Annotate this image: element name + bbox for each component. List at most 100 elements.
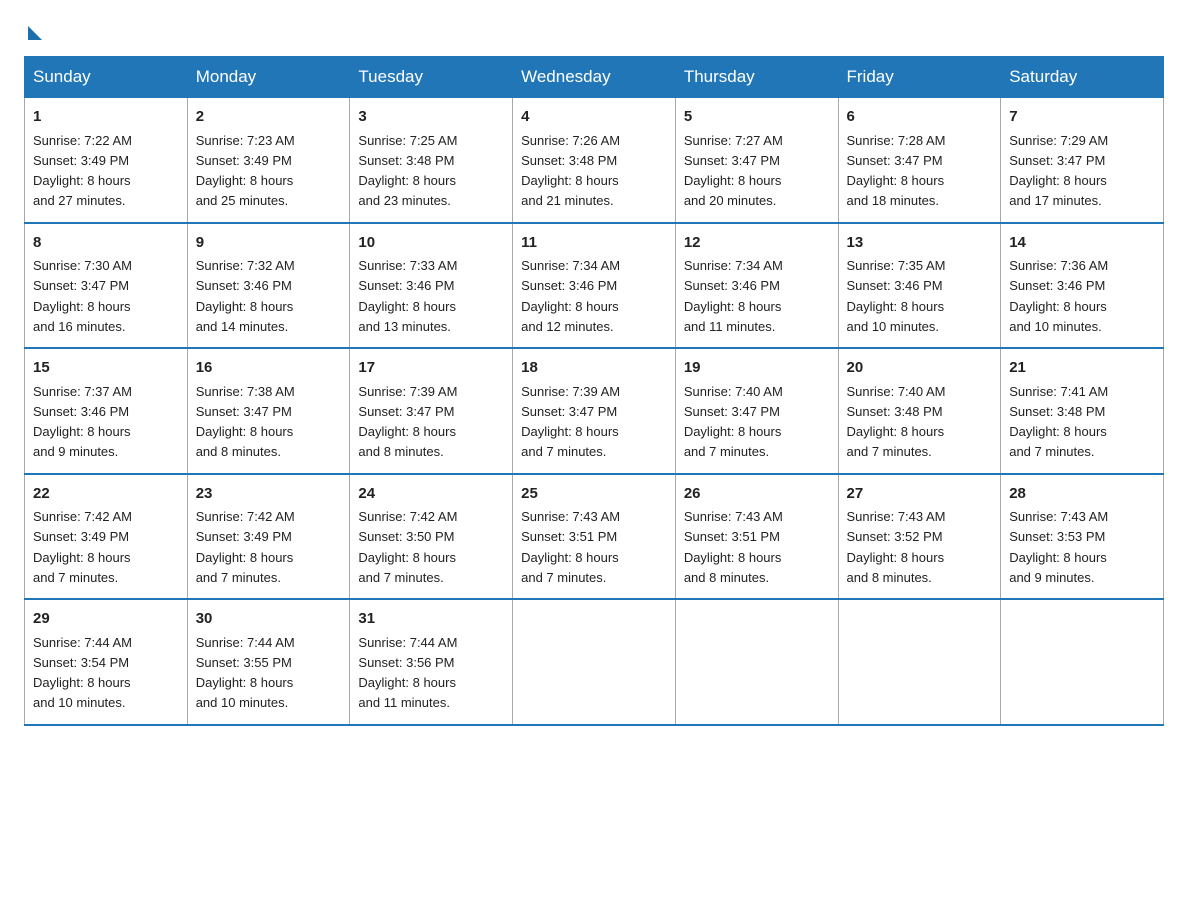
day-number: 21	[1009, 357, 1155, 380]
day-info: Sunrise: 7:34 AMSunset: 3:46 PMDaylight:…	[521, 258, 620, 334]
day-info: Sunrise: 7:44 AMSunset: 3:54 PMDaylight:…	[33, 635, 132, 711]
day-info: Sunrise: 7:34 AMSunset: 3:46 PMDaylight:…	[684, 258, 783, 334]
column-header-thursday: Thursday	[675, 57, 838, 98]
calendar-cell: 24 Sunrise: 7:42 AMSunset: 3:50 PMDaylig…	[350, 474, 513, 600]
day-info: Sunrise: 7:37 AMSunset: 3:46 PMDaylight:…	[33, 384, 132, 460]
day-number: 25	[521, 483, 667, 506]
calendar-cell: 12 Sunrise: 7:34 AMSunset: 3:46 PMDaylig…	[675, 223, 838, 349]
calendar-cell: 20 Sunrise: 7:40 AMSunset: 3:48 PMDaylig…	[838, 348, 1001, 474]
day-info: Sunrise: 7:29 AMSunset: 3:47 PMDaylight:…	[1009, 133, 1108, 209]
day-number: 27	[847, 483, 993, 506]
day-number: 8	[33, 232, 179, 255]
calendar-table: SundayMondayTuesdayWednesdayThursdayFrid…	[24, 56, 1164, 726]
day-info: Sunrise: 7:44 AMSunset: 3:56 PMDaylight:…	[358, 635, 457, 711]
calendar-week-row: 15 Sunrise: 7:37 AMSunset: 3:46 PMDaylig…	[25, 348, 1164, 474]
column-header-saturday: Saturday	[1001, 57, 1164, 98]
calendar-cell: 3 Sunrise: 7:25 AMSunset: 3:48 PMDayligh…	[350, 98, 513, 223]
page-header	[24, 24, 1164, 40]
day-info: Sunrise: 7:32 AMSunset: 3:46 PMDaylight:…	[196, 258, 295, 334]
column-header-friday: Friday	[838, 57, 1001, 98]
calendar-week-row: 22 Sunrise: 7:42 AMSunset: 3:49 PMDaylig…	[25, 474, 1164, 600]
logo-blue-text	[24, 24, 42, 40]
day-info: Sunrise: 7:26 AMSunset: 3:48 PMDaylight:…	[521, 133, 620, 209]
day-info: Sunrise: 7:38 AMSunset: 3:47 PMDaylight:…	[196, 384, 295, 460]
calendar-cell: 17 Sunrise: 7:39 AMSunset: 3:47 PMDaylig…	[350, 348, 513, 474]
day-info: Sunrise: 7:27 AMSunset: 3:47 PMDaylight:…	[684, 133, 783, 209]
day-info: Sunrise: 7:41 AMSunset: 3:48 PMDaylight:…	[1009, 384, 1108, 460]
calendar-week-row: 29 Sunrise: 7:44 AMSunset: 3:54 PMDaylig…	[25, 599, 1164, 725]
calendar-cell: 7 Sunrise: 7:29 AMSunset: 3:47 PMDayligh…	[1001, 98, 1164, 223]
calendar-cell: 14 Sunrise: 7:36 AMSunset: 3:46 PMDaylig…	[1001, 223, 1164, 349]
calendar-cell: 21 Sunrise: 7:41 AMSunset: 3:48 PMDaylig…	[1001, 348, 1164, 474]
day-number: 20	[847, 357, 993, 380]
calendar-cell: 29 Sunrise: 7:44 AMSunset: 3:54 PMDaylig…	[25, 599, 188, 725]
column-header-monday: Monday	[187, 57, 350, 98]
column-header-wednesday: Wednesday	[513, 57, 676, 98]
calendar-cell: 13 Sunrise: 7:35 AMSunset: 3:46 PMDaylig…	[838, 223, 1001, 349]
day-number: 31	[358, 608, 504, 631]
day-info: Sunrise: 7:43 AMSunset: 3:51 PMDaylight:…	[521, 509, 620, 585]
day-number: 24	[358, 483, 504, 506]
day-info: Sunrise: 7:25 AMSunset: 3:48 PMDaylight:…	[358, 133, 457, 209]
calendar-cell: 15 Sunrise: 7:37 AMSunset: 3:46 PMDaylig…	[25, 348, 188, 474]
calendar-week-row: 1 Sunrise: 7:22 AMSunset: 3:49 PMDayligh…	[25, 98, 1164, 223]
day-info: Sunrise: 7:36 AMSunset: 3:46 PMDaylight:…	[1009, 258, 1108, 334]
day-info: Sunrise: 7:33 AMSunset: 3:46 PMDaylight:…	[358, 258, 457, 334]
calendar-cell: 22 Sunrise: 7:42 AMSunset: 3:49 PMDaylig…	[25, 474, 188, 600]
day-number: 17	[358, 357, 504, 380]
calendar-cell: 25 Sunrise: 7:43 AMSunset: 3:51 PMDaylig…	[513, 474, 676, 600]
calendar-cell: 26 Sunrise: 7:43 AMSunset: 3:51 PMDaylig…	[675, 474, 838, 600]
calendar-cell: 1 Sunrise: 7:22 AMSunset: 3:49 PMDayligh…	[25, 98, 188, 223]
calendar-cell	[838, 599, 1001, 725]
calendar-cell: 31 Sunrise: 7:44 AMSunset: 3:56 PMDaylig…	[350, 599, 513, 725]
calendar-cell	[1001, 599, 1164, 725]
day-info: Sunrise: 7:43 AMSunset: 3:53 PMDaylight:…	[1009, 509, 1108, 585]
column-header-tuesday: Tuesday	[350, 57, 513, 98]
day-info: Sunrise: 7:42 AMSunset: 3:49 PMDaylight:…	[33, 509, 132, 585]
calendar-cell: 10 Sunrise: 7:33 AMSunset: 3:46 PMDaylig…	[350, 223, 513, 349]
day-number: 23	[196, 483, 342, 506]
day-info: Sunrise: 7:35 AMSunset: 3:46 PMDaylight:…	[847, 258, 946, 334]
day-number: 26	[684, 483, 830, 506]
calendar-cell	[513, 599, 676, 725]
day-info: Sunrise: 7:40 AMSunset: 3:47 PMDaylight:…	[684, 384, 783, 460]
calendar-cell: 28 Sunrise: 7:43 AMSunset: 3:53 PMDaylig…	[1001, 474, 1164, 600]
calendar-cell: 4 Sunrise: 7:26 AMSunset: 3:48 PMDayligh…	[513, 98, 676, 223]
day-number: 18	[521, 357, 667, 380]
day-number: 14	[1009, 232, 1155, 255]
calendar-cell: 8 Sunrise: 7:30 AMSunset: 3:47 PMDayligh…	[25, 223, 188, 349]
day-number: 4	[521, 106, 667, 129]
calendar-cell: 18 Sunrise: 7:39 AMSunset: 3:47 PMDaylig…	[513, 348, 676, 474]
day-number: 3	[358, 106, 504, 129]
day-number: 16	[196, 357, 342, 380]
day-number: 28	[1009, 483, 1155, 506]
logo-triangle-icon	[28, 26, 42, 40]
day-info: Sunrise: 7:39 AMSunset: 3:47 PMDaylight:…	[358, 384, 457, 460]
day-info: Sunrise: 7:43 AMSunset: 3:52 PMDaylight:…	[847, 509, 946, 585]
day-number: 7	[1009, 106, 1155, 129]
day-info: Sunrise: 7:44 AMSunset: 3:55 PMDaylight:…	[196, 635, 295, 711]
day-number: 6	[847, 106, 993, 129]
day-info: Sunrise: 7:22 AMSunset: 3:49 PMDaylight:…	[33, 133, 132, 209]
calendar-cell: 23 Sunrise: 7:42 AMSunset: 3:49 PMDaylig…	[187, 474, 350, 600]
calendar-cell: 6 Sunrise: 7:28 AMSunset: 3:47 PMDayligh…	[838, 98, 1001, 223]
calendar-cell: 9 Sunrise: 7:32 AMSunset: 3:46 PMDayligh…	[187, 223, 350, 349]
day-number: 13	[847, 232, 993, 255]
day-number: 12	[684, 232, 830, 255]
day-number: 15	[33, 357, 179, 380]
day-number: 9	[196, 232, 342, 255]
day-number: 30	[196, 608, 342, 631]
day-number: 1	[33, 106, 179, 129]
day-info: Sunrise: 7:42 AMSunset: 3:50 PMDaylight:…	[358, 509, 457, 585]
day-number: 29	[33, 608, 179, 631]
calendar-header-row: SundayMondayTuesdayWednesdayThursdayFrid…	[25, 57, 1164, 98]
calendar-cell: 16 Sunrise: 7:38 AMSunset: 3:47 PMDaylig…	[187, 348, 350, 474]
calendar-cell	[675, 599, 838, 725]
day-number: 2	[196, 106, 342, 129]
calendar-cell: 2 Sunrise: 7:23 AMSunset: 3:49 PMDayligh…	[187, 98, 350, 223]
day-info: Sunrise: 7:23 AMSunset: 3:49 PMDaylight:…	[196, 133, 295, 209]
day-number: 5	[684, 106, 830, 129]
calendar-cell: 19 Sunrise: 7:40 AMSunset: 3:47 PMDaylig…	[675, 348, 838, 474]
day-info: Sunrise: 7:40 AMSunset: 3:48 PMDaylight:…	[847, 384, 946, 460]
calendar-cell: 11 Sunrise: 7:34 AMSunset: 3:46 PMDaylig…	[513, 223, 676, 349]
